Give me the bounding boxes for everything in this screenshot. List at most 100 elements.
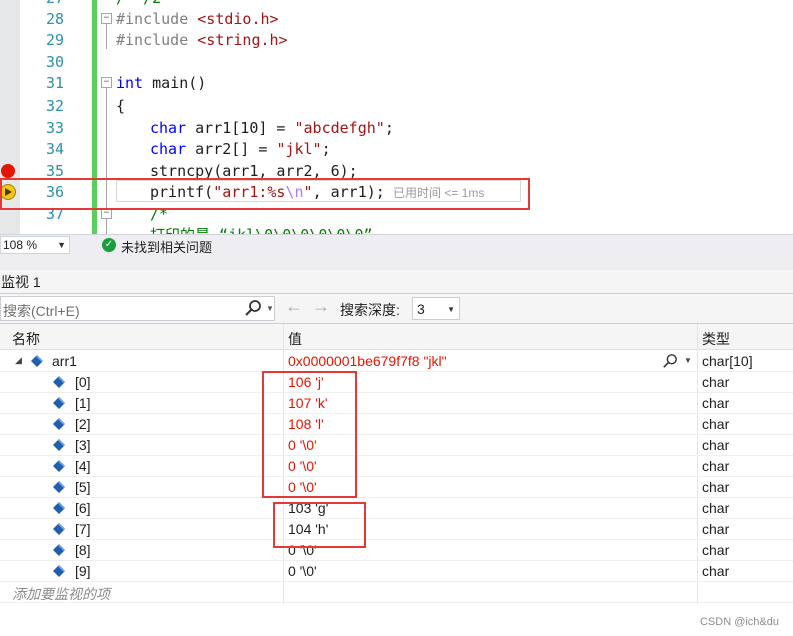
variable-icon [52, 375, 66, 389]
back-arrow-icon[interactable]: ← [285, 296, 303, 317]
row-value[interactable]: 0 '\0' [288, 563, 317, 579]
row-type: char [702, 479, 730, 495]
row-type: char [702, 437, 730, 453]
code-text: , arr1); [312, 183, 385, 201]
forward-arrow-icon[interactable]: → [312, 296, 330, 317]
code-text: "arr1:%s [213, 183, 286, 201]
elapsed-time-hint[interactable]: 已用时间 <= 1ms [393, 184, 484, 201]
variable-icon [52, 564, 66, 578]
breakpoint-icon[interactable] [1, 164, 15, 178]
code-line-29: #include <string.h> [116, 30, 288, 51]
search-box[interactable]: 搜索(Ctrl+E) ▼ [0, 296, 275, 321]
search-depth-select[interactable]: 3 ▼ [412, 297, 460, 320]
row-name: [5] [75, 479, 91, 495]
fold-guide [106, 219, 107, 234]
variable-icon [52, 396, 66, 410]
variable-icon [52, 501, 66, 515]
row-value[interactable]: 0 '\0' [288, 542, 317, 558]
row-value[interactable]: 0x0000001be679f7f8 "jkl" [288, 353, 447, 369]
code-text: "jkl" [276, 140, 322, 158]
chevron-down-icon: ▼ [57, 240, 66, 250]
chevron-down-icon[interactable]: ▼ [684, 356, 692, 365]
table-row[interactable]: [5] 0 '\0' char [0, 477, 793, 498]
row-name: [9] [75, 563, 91, 579]
code-editor[interactable]: 27 /**/2 28 29 30 31 32 33 34 35 36 37 −… [0, 0, 793, 234]
line-number: 28 [45, 10, 64, 28]
chevron-down-icon[interactable]: ▼ [266, 304, 274, 313]
table-row-root[interactable]: ◢ arr1 0x0000001be679f7f8 "jkl" ▼ char[1… [0, 351, 793, 372]
grid-header [0, 324, 793, 350]
table-row[interactable]: [2] 108 'l' char [0, 414, 793, 435]
row-name: [3] [75, 437, 91, 453]
row-value[interactable]: 103 'g' [288, 500, 328, 516]
issues-status[interactable]: 未找到相关问题 [121, 237, 212, 256]
search-input[interactable]: 搜索(Ctrl+E) [3, 301, 80, 321]
code-text: main() [143, 74, 207, 92]
collapse-icon[interactable]: − [101, 77, 112, 88]
line-number: 33 [45, 119, 64, 137]
table-row[interactable]: [1] 107 'k' char [0, 393, 793, 414]
column-header-name[interactable]: 名称 [12, 329, 40, 349]
row-name: [7] [75, 521, 91, 537]
variable-icon [52, 480, 66, 494]
row-type: char [702, 395, 730, 411]
row-name: [2] [75, 416, 91, 432]
table-row[interactable]: [4] 0 '\0' char [0, 456, 793, 477]
line-number: 34 [45, 140, 64, 158]
table-row[interactable]: [0] 106 'j' char [0, 372, 793, 393]
expand-triangle-icon[interactable]: ◢ [15, 355, 22, 366]
fold-guide [106, 88, 107, 208]
watch-title-bar: 监视 1 [0, 270, 793, 294]
row-value[interactable]: 0 '\0' [288, 458, 317, 474]
table-row[interactable]: [9] 0 '\0' char [0, 561, 793, 582]
line-number: 29 [45, 31, 64, 49]
table-row[interactable]: [7] 104 'h' char [0, 519, 793, 540]
code-text: " [303, 183, 313, 201]
editor-status-bar: 108 % ▼ ✓ 未找到相关问题 [0, 234, 793, 256]
table-row[interactable]: [6] 103 'g' char [0, 498, 793, 519]
code-text: ; [384, 119, 394, 137]
row-name: [0] [75, 374, 91, 390]
visualizer-search-icon[interactable] [662, 353, 678, 369]
row-value[interactable]: 104 'h' [288, 521, 328, 537]
code-text: char [150, 140, 187, 158]
row-value[interactable]: 0 '\0' [288, 479, 317, 495]
collapse-icon[interactable]: − [101, 208, 112, 219]
row-value[interactable]: 107 'k' [288, 395, 328, 411]
add-watch-placeholder[interactable]: 添加要监视的项 [12, 584, 110, 604]
row-value[interactable]: 108 'l' [288, 416, 324, 432]
zoom-dropdown[interactable]: 108 % ▼ [0, 236, 70, 254]
code-text: printf( [150, 183, 214, 201]
row-name: [6] [75, 500, 91, 516]
current-statement-arrow-icon[interactable] [0, 184, 16, 200]
add-watch-row[interactable]: 添加要监视的项 [0, 582, 793, 603]
code-line-32: { [116, 97, 126, 115]
code-text: <string.h> [197, 31, 288, 49]
line-number: 32 [45, 97, 64, 115]
table-row[interactable]: [3] 0 '\0' char [0, 435, 793, 456]
code-line-33: char arr1[10] = "abcdefgh"; [150, 118, 394, 139]
search-depth-value: 3 [417, 301, 425, 317]
column-header-type[interactable]: 类型 [702, 329, 730, 349]
line-number: 30 [45, 53, 64, 71]
code-line-36: printf("arr1:%s\n", arr1); [150, 182, 385, 203]
fold-guide [106, 24, 107, 49]
watch-grid: 名称 值 类型 ◢ arr1 0x0000001be679f7f8 "jkl" … [0, 324, 793, 636]
table-row[interactable]: [8] 0 '\0' char [0, 540, 793, 561]
code-text: arr1[10] = [186, 119, 295, 137]
check-icon: ✓ [102, 238, 116, 252]
collapse-icon[interactable]: − [101, 13, 112, 24]
code-line-35: strncpy(arr1, arr2, 6); [150, 162, 358, 180]
row-value[interactable]: 0 '\0' [288, 437, 317, 453]
column-header-value[interactable]: 值 [288, 329, 302, 349]
code-text: arr2[] = [186, 140, 277, 158]
code-line-37: /* [150, 205, 169, 223]
watch-window-title: 监视 1 [1, 274, 41, 290]
change-indicator-bar [92, 0, 97, 234]
row-value[interactable]: 106 'j' [288, 374, 324, 390]
row-name: arr1 [52, 353, 77, 369]
code-text: "abcdefgh" [294, 119, 385, 137]
search-icon[interactable] [244, 299, 262, 317]
variable-icon [52, 459, 66, 473]
row-name: [8] [75, 542, 91, 558]
